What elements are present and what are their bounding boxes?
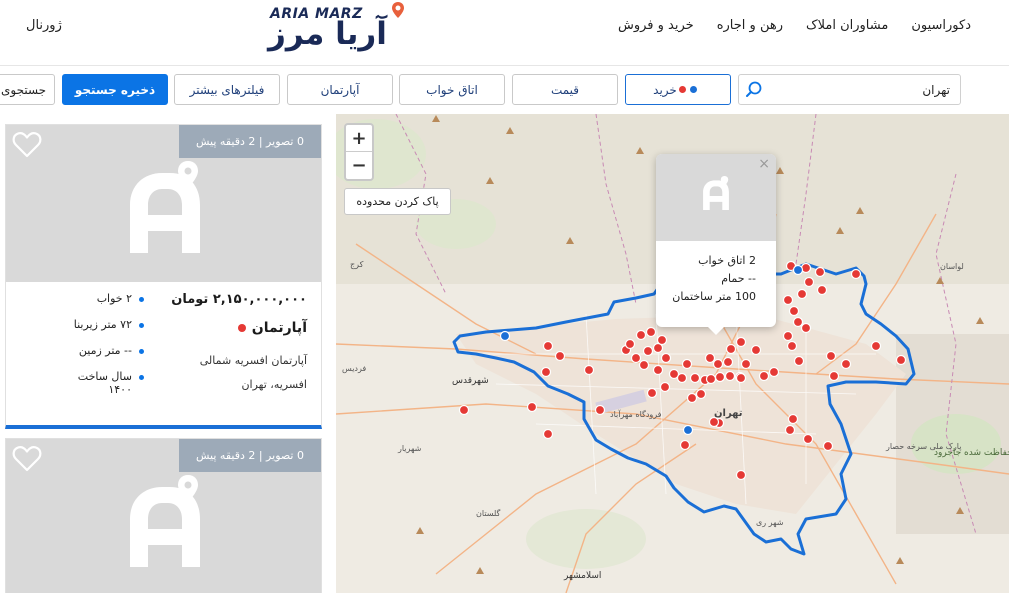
blue-dot-icon: [689, 86, 697, 93]
save-search-button[interactable]: ذخیره جستجو: [62, 74, 168, 105]
search-box: [738, 74, 961, 105]
map-label-shahrqods: شهرقدس: [452, 376, 489, 386]
map-label-karaj: کرج: [350, 260, 364, 269]
popup-building-area: 100 متر ساختمان: [672, 290, 756, 303]
search-button[interactable]: جستجوی: [0, 74, 55, 105]
popup-pointer: [708, 327, 724, 335]
favorite-heart-icon[interactable]: [12, 131, 42, 159]
map-label-protected-area: منطقه حفاظت شده جاجرود: [934, 448, 1009, 458]
listing-type-label: آپارتمان: [251, 320, 307, 336]
nav-journal[interactable]: ژورنال: [26, 18, 62, 33]
feature-land: -- متر زمین: [52, 344, 144, 357]
main-nav: خرید و فروش رهن و اجاره مشاوران املاک دک…: [618, 18, 971, 33]
buy-filter-dots: [677, 86, 697, 93]
zoom-control: + −: [344, 123, 374, 181]
listing-type: آپارتمان: [237, 320, 307, 336]
property-type-filter-button[interactable]: آپارتمان: [287, 74, 393, 105]
listing-details: ۲,۱۵۰,۰۰۰,۰۰۰ تومان آپارتمان آپارتمان اف…: [6, 282, 321, 430]
listing-card[interactable]: 0 تصویر | 2 دقیقه پیش ۲,۱۵۰,۰۰۰,۰۰۰ توما…: [5, 124, 322, 429]
map-label-lavasan: لواسان: [940, 262, 964, 271]
map-label-golestan: گلستان: [476, 509, 501, 518]
map-label-ferdis: فردیس: [342, 364, 367, 373]
listing-card[interactable]: 0 تصویر | 2 دقیقه پیش: [5, 438, 322, 593]
popup-bedrooms: 2 اتاق خواب: [698, 254, 756, 267]
site-logo[interactable]: ARIA MARZ آریا مرز: [268, 2, 408, 60]
listing-photo[interactable]: 0 تصویر | 2 دقیقه پیش: [6, 125, 321, 282]
listing-address-line2: افسریه، تهران: [241, 378, 307, 391]
search-input[interactable]: [775, 81, 950, 99]
nav-buy-sell[interactable]: خرید و فروش: [618, 18, 694, 33]
zoom-out-button[interactable]: −: [346, 152, 372, 179]
listing-meta: 0 تصویر | 2 دقیقه پیش: [179, 125, 321, 158]
map-view[interactable]: تهران کرج شهرقدس شهریار اسلامشهر لواسان …: [336, 114, 1009, 593]
map-label-shahriar: شهریار: [398, 444, 422, 453]
bedrooms-filter-button[interactable]: اتاق خواب: [399, 74, 505, 105]
red-dot-icon: [678, 86, 686, 93]
logo-pin-icon: [392, 2, 404, 18]
map-label-shahr-rey: شهر ری: [756, 518, 784, 527]
nav-rent[interactable]: رهن و اجاره: [717, 18, 783, 33]
map-label-tehran: تهران: [714, 408, 743, 419]
feature-year-built: سال ساخت ۱۴۰۰: [52, 370, 144, 396]
feature-area: ۷۲ متر زیربنا: [52, 318, 144, 331]
status-dot-icon: [237, 324, 246, 332]
site-header: خرید و فروش رهن و اجاره مشاوران املاک دک…: [0, 0, 1009, 66]
listing-column: 0 تصویر | 2 دقیقه پیش ۲,۱۵۰,۰۰۰,۰۰۰ توما…: [0, 114, 336, 593]
popup-bathrooms: -- حمام: [721, 272, 756, 285]
listing-photo[interactable]: 0 تصویر | 2 دقیقه پیش: [6, 439, 321, 593]
map-label-airport: فرودگاه مهرآباد: [610, 410, 662, 419]
filter-bar: خرید قیمت اتاق خواب آپارتمان فیلترهای بی…: [0, 66, 1009, 114]
placeholder-logo-icon: [130, 161, 200, 253]
nav-agents[interactable]: مشاوران املاک: [806, 18, 888, 33]
placeholder-logo-icon: [130, 475, 200, 567]
zoom-in-button[interactable]: +: [346, 125, 372, 152]
listing-meta: 0 تصویر | 2 دقیقه پیش: [179, 439, 321, 472]
listing-price: ۲,۱۵۰,۰۰۰,۰۰۰ تومان: [171, 292, 307, 307]
map-listing-popup[interactable]: × 2 اتاق خواب -- حمام 100 متر ساختمان: [656, 154, 776, 335]
more-filters-button[interactable]: فیلترهای بیشتر: [174, 74, 280, 105]
buy-filter-label: خرید: [653, 82, 677, 97]
nav-decoration[interactable]: دکوراسیون: [911, 18, 971, 33]
listing-address-line1: آپارتمان افسریه شمالی: [199, 354, 307, 367]
search-icon[interactable]: [745, 81, 763, 99]
map-label-eslamshahr: اسلامشهر: [564, 571, 602, 581]
favorite-heart-icon[interactable]: [12, 445, 42, 473]
popup-close-icon[interactable]: ×: [758, 156, 770, 172]
buy-filter-button[interactable]: خرید: [625, 74, 731, 105]
logo-text-fa: آریا مرز: [268, 16, 388, 52]
price-filter-button[interactable]: قیمت: [512, 74, 618, 105]
clear-area-button[interactable]: پاک کردن محدوده: [344, 188, 451, 215]
placeholder-logo-icon: [703, 176, 729, 210]
feature-bedrooms: ۲ خواب: [52, 292, 144, 305]
